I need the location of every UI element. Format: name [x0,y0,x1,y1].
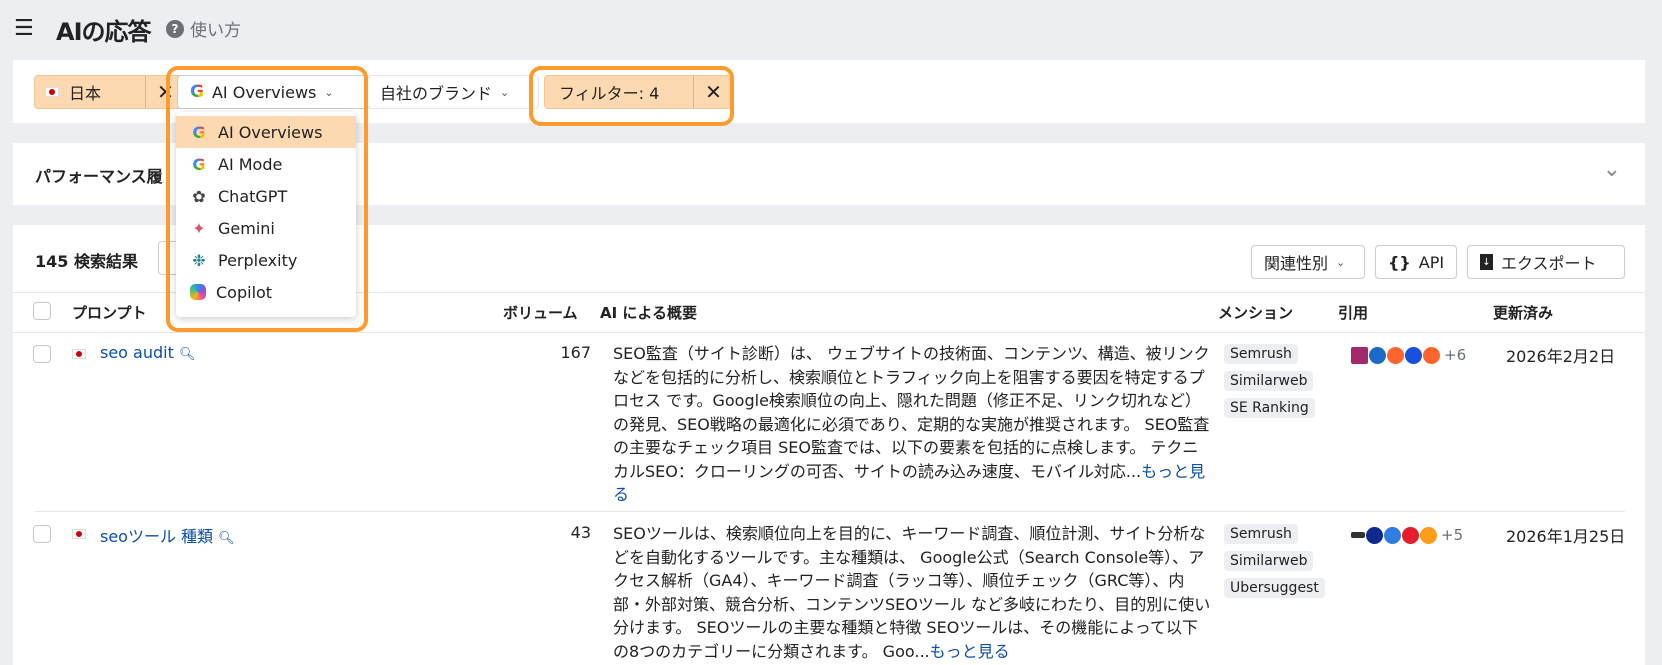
yoast-icon [1351,346,1368,364]
row-checkbox[interactable] [33,345,51,363]
citations[interactable]: +6 [1351,346,1466,364]
mention-tag: Similarweb [1224,551,1314,571]
site-icon [1402,526,1419,544]
col-mentions: メンション [1218,304,1294,322]
chevron-down-icon[interactable]: ⌄ [1603,157,1621,182]
result-count: 145 検索結果 [35,252,138,271]
select-all-checkbox[interactable] [33,302,51,320]
site-icon [1405,346,1422,364]
export-label: エクスポート [1501,254,1597,273]
site-icon [1420,526,1437,544]
site-icon [1366,526,1383,544]
ai-overview: SEOツールは、検索順位向上を目的に、キーワード調査、順位計測、サイト分析などを… [613,524,1211,661]
chevron-down-icon: ⌄ [1336,255,1346,269]
mentions: Semrush Similarweb Ubersuggest [1224,523,1334,604]
col-volume[interactable]: ボリューム [503,302,578,323]
col-prompt[interactable]: プロンプト [72,302,147,323]
page-title: AIの応答 [56,18,152,46]
help-link[interactable]: ? 使い方 [166,16,241,41]
mention-tag: Ubersuggest [1224,578,1325,598]
updated-date: 2026年2月2日 [1506,347,1616,366]
divider [13,332,1645,333]
japan-flag-icon [72,349,86,359]
volume: 167 [560,343,591,362]
chevron-down-icon: ⌄ [500,85,510,99]
highlight-box [166,66,368,332]
mentions: Semrush Similarweb SE Ranking [1224,343,1334,424]
country-label: 日本 [69,84,102,103]
sort-label: 関連性別 [1264,254,1329,273]
ai-overview: SEO監査（サイト診断）は、 ウェブサイトの技術面、コンテンツ、構造、被リンクな… [613,344,1210,504]
col-citations: 引用 [1338,304,1369,322]
performance-title: パフォーマンス履 [35,167,163,186]
col-overview: AI による概要 [600,304,697,322]
help-label: 使い方 [190,21,241,41]
menu-icon[interactable]: ☰ [14,16,34,41]
prompt-link[interactable]: seoツール 種類 🔍︎ [100,523,235,547]
col-updated[interactable]: 更新済み [1493,302,1553,323]
mention-tag: Semrush [1224,524,1298,544]
brand-label: 自社のブランド [380,84,493,103]
export-button[interactable]: ↓ エクスポート [1467,245,1625,279]
volume: 43 [570,523,591,542]
prompt-link[interactable]: seo audit 🔍︎ [100,343,195,362]
country-filter[interactable]: 日本 ✕ [34,75,186,109]
braces-icon: {} [1388,252,1411,272]
site-icon [1369,346,1386,364]
site-icon [1384,526,1401,544]
site-icon [1351,532,1365,538]
japan-flag-icon [72,529,86,539]
sort-select[interactable]: 関連性別 ⌄ [1251,245,1365,279]
download-icon: ↓ [1480,254,1493,270]
highlight-box [529,66,734,126]
show-more-link[interactable]: もっと見る [930,642,1010,661]
help-icon: ? [166,19,184,38]
search-icon[interactable]: 🔍︎ [218,531,235,546]
search-icon[interactable]: 🔍︎ [179,347,196,362]
updated-date: 2026年1月25日 [1506,527,1626,546]
citations[interactable]: +5 [1351,526,1463,544]
mention-tag: Semrush [1224,344,1298,364]
semrush-icon [1423,346,1440,364]
mention-tag: SE Ranking [1224,398,1315,418]
semrush-icon [1387,346,1404,364]
api-label: API [1418,252,1445,272]
api-button[interactable]: {} API [1375,245,1457,279]
citations-more: +6 [1444,346,1467,364]
divider [35,511,1625,512]
mention-tag: Similarweb [1224,371,1314,391]
japan-flag-icon [45,87,59,97]
brand-select[interactable]: 自社のブランド ⌄ [367,75,539,109]
citations-more: +5 [1441,526,1464,544]
row-checkbox[interactable] [33,525,51,543]
